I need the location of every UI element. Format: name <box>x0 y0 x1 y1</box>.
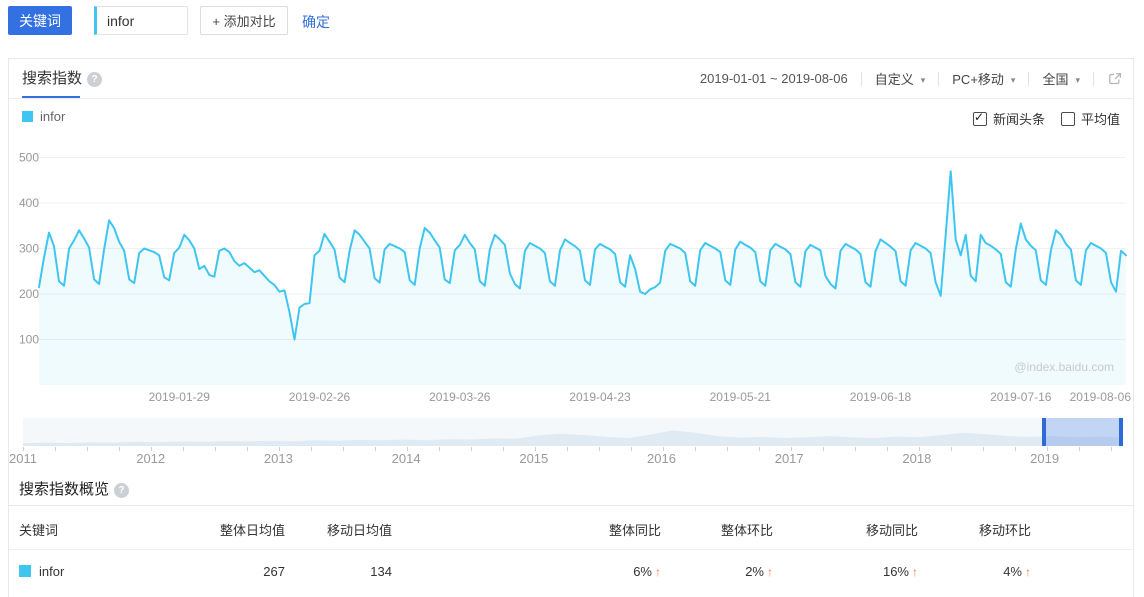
chart-controls: 2019-01-01 ~ 2019-08-06 自定义 ▾ PC+移动 ▾ 全国 ▾ <box>700 59 1123 98</box>
checkbox-icon: ✓ <box>1061 112 1075 126</box>
row-keyword: infor <box>19 549 64 595</box>
year-label: 2016 <box>647 451 676 466</box>
overlay-toggles: ✓ 新闻头条 ✓ 平均值 <box>973 109 1120 128</box>
search-index-panel: 搜索指数? 2019-01-01 ~ 2019-08-06 自定义 ▾ PC+移动… <box>8 58 1134 597</box>
keyword-tag-button[interactable]: 关键词 <box>8 6 72 35</box>
overview-title: 搜索指数概览? <box>19 477 129 503</box>
mobile-daily-avg: 134 <box>370 549 392 595</box>
y-axis-label: 100 <box>19 333 39 347</box>
year-label: 2017 <box>775 451 804 466</box>
y-axis-label: 300 <box>19 242 39 256</box>
row-keyword-label: infor <box>39 564 64 579</box>
range-mode-dropdown[interactable]: 自定义 ▾ <box>875 69 926 88</box>
check-icon: ✓ <box>974 110 984 124</box>
x-axis-label: 2019-03-26 <box>429 390 491 404</box>
divider <box>9 505 1133 506</box>
timeline-selection[interactable] <box>1044 418 1121 446</box>
timeline-handle-right[interactable] <box>1119 418 1123 446</box>
column-header: 移动同比 <box>866 513 918 549</box>
range-mode-label: 自定义 <box>875 72 914 87</box>
region-label: 全国 <box>1042 72 1068 87</box>
overall-mom: 2%↑ <box>745 549 773 595</box>
date-range[interactable]: 2019-01-01 ~ 2019-08-06 <box>700 71 848 86</box>
year-label: 2013 <box>264 451 293 466</box>
external-link-icon[interactable] <box>1107 71 1123 87</box>
series-legend[interactable]: infor <box>22 109 65 124</box>
series-legend-label: infor <box>40 109 65 124</box>
y-axis-label: 400 <box>19 196 39 210</box>
toggle-label: 新闻头条 <box>993 109 1045 128</box>
timeline-minimap <box>23 418 1121 446</box>
help-icon[interactable]: ? <box>114 483 129 498</box>
watermark: @index.baidu.com <box>1014 360 1114 374</box>
add-compare-button[interactable]: + 添加对比 <box>200 6 288 35</box>
minimap-area <box>23 430 1121 446</box>
divider <box>1028 72 1029 86</box>
timeline-handle-left[interactable] <box>1042 418 1046 446</box>
divider <box>938 72 939 86</box>
overview-title-text: 搜索指数概览 <box>19 481 109 498</box>
x-axis-label: 2019-02-26 <box>289 390 351 404</box>
toggle-label: 平均值 <box>1081 109 1120 128</box>
mobile-mom: 4%↑ <box>1003 549 1031 595</box>
year-label: 2014 <box>392 451 421 466</box>
trend-up-icon: ↑ <box>1025 565 1031 579</box>
chevron-down-icon: ▾ <box>1075 75 1080 85</box>
series-color-swatch <box>19 565 31 577</box>
timeline-track[interactable] <box>23 418 1121 446</box>
x-axis-label: 2019-01-29 <box>149 390 211 404</box>
confirm-link[interactable]: 确定 <box>302 12 330 32</box>
checkbox-icon: ✓ <box>973 112 987 126</box>
x-axis-label: 2019-04-23 <box>569 390 631 404</box>
device-dropdown[interactable]: PC+移动 ▾ <box>952 69 1015 88</box>
active-tab-underline <box>22 96 80 98</box>
series-color-swatch <box>22 111 33 122</box>
tab-search-index[interactable]: 搜索指数? <box>22 59 102 98</box>
y-axis-label: 200 <box>19 287 39 301</box>
column-header: 整体日均值 <box>220 513 285 549</box>
column-header: 移动日均值 <box>327 513 392 549</box>
x-axis-label: 2019-08-06 <box>1070 390 1132 404</box>
chevron-down-icon: ▾ <box>921 75 926 85</box>
timeline-year-axis: 201120122013201420152016201720182019 <box>23 451 1121 467</box>
help-icon[interactable]: ? <box>87 72 102 87</box>
divider <box>861 72 862 86</box>
toggle-news-headlines[interactable]: ✓ 新闻头条 <box>973 109 1045 128</box>
year-label: 2018 <box>902 451 931 466</box>
column-header: 关键词 <box>19 513 58 549</box>
tab-label: 搜索指数 <box>22 70 82 87</box>
overall-daily-avg: 267 <box>263 549 285 595</box>
column-header: 整体同比 <box>609 513 661 549</box>
year-label: 2019 <box>1030 451 1059 466</box>
year-label: 2012 <box>136 451 165 466</box>
year-label: 2011 <box>9 451 37 466</box>
region-dropdown[interactable]: 全国 ▾ <box>1042 69 1080 88</box>
divider <box>1093 72 1094 86</box>
panel-tab-bar: 搜索指数? 2019-01-01 ~ 2019-08-06 自定义 ▾ PC+移动… <box>9 59 1133 99</box>
overall-yoy: 6%↑ <box>633 549 661 595</box>
overview-table-header: 关键词 整体日均值 移动日均值 整体同比 整体环比 移动同比 移动环比 <box>9 513 1133 549</box>
column-header: 整体环比 <box>721 513 773 549</box>
legend-row: infor ✓ 新闻头条 ✓ 平均值 <box>9 109 1133 133</box>
keyword-input[interactable] <box>94 6 188 35</box>
keyword-toolbar: 关键词 + 添加对比 确定 <box>0 0 1144 57</box>
x-axis-label: 2019-05-21 <box>710 390 772 404</box>
trend-up-icon: ↑ <box>912 565 918 579</box>
trend-up-icon: ↑ <box>767 565 773 579</box>
y-axis-label: 500 <box>19 151 39 165</box>
search-index-line-chart[interactable]: 100 200 300 400 500 2019-01-29 2019-02-26 2019-… <box>9 143 1135 413</box>
trend-up-icon: ↑ <box>655 565 661 579</box>
table-row: infor 267 134 6%↑ 2%↑ 16%↑ 4%↑ <box>9 549 1133 595</box>
x-axis-label: 2019-06-18 <box>850 390 912 404</box>
device-label: PC+移动 <box>952 72 1004 87</box>
year-label: 2015 <box>519 451 548 466</box>
x-axis-label: 2019-07-16 <box>990 390 1052 404</box>
column-header: 移动环比 <box>979 513 1031 549</box>
mobile-yoy: 16%↑ <box>883 549 918 595</box>
chevron-down-icon: ▾ <box>1011 75 1016 85</box>
toggle-average[interactable]: ✓ 平均值 <box>1061 109 1120 128</box>
